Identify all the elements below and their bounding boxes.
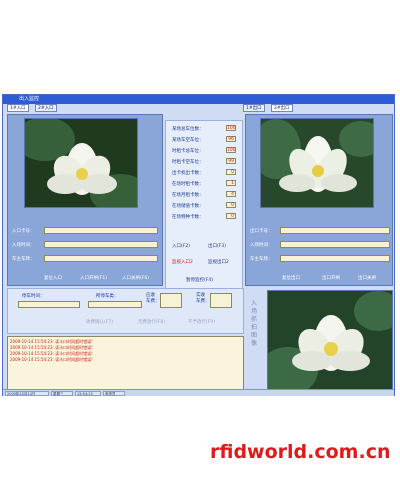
lotus-image [261,119,373,207]
exit-time-label: 入场时间： [250,243,273,248]
main-body: 1#入口 2#入口 入口卡号： 入场时间： 车主车牌： 复位入口 入口开闸(F1… [3,104,394,394]
exit-open-gate-button[interactable]: 出口开闸 [322,275,340,281]
counter-value: 99 [226,158,236,164]
entry-f2-button[interactable]: 入口(F2) [172,243,190,249]
exit-panel: 出口卡号： 入场时间： 车主车牌： 复位出口 出口开闸 出口关闸 [245,114,393,286]
exit-card-field[interactable] [280,227,390,234]
entry-plate-field[interactable] [44,255,158,262]
exit-time-field[interactable] [280,241,390,248]
charge-panel: 停车时间： 所停车类： 应收 车费： 实收 车费： 收费确认(F7) 无费放行(… [7,288,244,334]
counter-value: 100 [226,125,236,131]
counter-label: 某场车空车位： [172,138,204,143]
monitor-entry-button[interactable]: 监视入口2 [172,259,193,265]
exit-f3-button[interactable]: 出口(F3) [208,243,226,249]
capture-image [267,290,393,392]
counter-value: 96 [226,136,236,142]
entry-card-field[interactable] [44,227,158,234]
reset-entry-button[interactable]: 复位入口 [44,275,62,281]
car-type-field[interactable] [88,301,142,308]
counter-label: 在场储值卡数： [172,204,204,209]
car-type-label: 所停车类： [96,294,119,299]
paid-fee-field[interactable] [210,293,232,308]
status-user: 系统员 [103,391,125,396]
log-line: 2009-10-14 15:54:23: 读卡口时间超时错误! [10,357,93,362]
entry-time-label: 入场时间： [12,243,35,248]
entry-panel: 入口卡号： 入场时间： 车主车牌： 复位入口 入口开闸(F1) 入口关闸(F6) [7,114,163,286]
confirm-charge-button[interactable]: 收费确认(F7) [86,319,113,325]
monitor-exit-button[interactable]: 监视出口2 [208,259,229,265]
entry-close-gate-button[interactable]: 入口关闸(F6) [122,275,149,281]
entry-camera-image [24,118,138,208]
exit-close-gate-button[interactable]: 出口关闸 [358,275,376,281]
counter-label: 时租卡总车位： [172,149,204,154]
deny-pass-button[interactable]: 不予放行(F9) [188,319,215,325]
event-log[interactable]: 2009-10-14 15:54:23: 读卡口时间超时错误! 2009-10-… [7,336,244,394]
counter-value: 0 [226,213,236,219]
counter-label: 时租卡空车位： [172,160,204,165]
counter-label: 出卡机出卡数： [172,171,204,176]
free-pass-button[interactable]: 无费放行(F8) [138,319,165,325]
reset-exit-button[interactable]: 复位出口 [282,275,300,281]
status-weekday: 星期三 [51,391,73,396]
tab-entry-2[interactable]: 2#入口 [35,104,57,112]
paid-fee-label: 实收 车费： [196,293,210,304]
counter-value: 0 [226,202,236,208]
lotus-image [268,291,392,391]
exit-camera-image [260,118,374,208]
entry-plate-label: 车主车牌： [12,257,35,262]
counter-value: 1 [226,180,236,186]
exit-card-label: 出口卡号： [250,229,273,234]
tab-entry-1[interactable]: 1#入口 [7,104,29,112]
parking-time-field[interactable] [18,301,80,308]
due-fee-label: 应收 车费： [146,293,160,304]
due-fee-field[interactable] [160,293,182,308]
main-window: 出入监控 1#入口 2#入口 入口卡号： 入场时间： 车主车牌： 复位入口 入口… [2,94,395,396]
counter-label: 在场特种卡数： [172,215,204,220]
exit-plate-label: 车主车牌： [250,257,273,262]
counter-label: 在场时租卡数： [172,182,204,187]
capture-caption: 入场抓拍图像 [250,300,257,347]
site-watermark: rfidworld.com.cn [210,441,391,463]
counter-value: 0 [226,169,236,175]
counter-label: 在场月租卡数： [172,193,204,198]
tab-exit-2[interactable]: 2#出口 [271,104,293,112]
entry-card-label: 入口卡号： [12,229,35,234]
entry-open-gate-button[interactable]: 入口开闸(F1) [80,275,107,281]
status-time: 15:54:23 [75,391,101,396]
lotus-image [25,119,137,207]
parking-time-label: 停车时间： [22,294,45,299]
tab-exit-1[interactable]: 1#出口 [243,104,265,112]
status-date: 2009年10月14日 [5,391,49,396]
exit-plate-field[interactable] [280,255,390,262]
counter-label: 某场总车位数： [172,127,204,132]
status-bar: 2009年10月14日 星期三 15:54:23 系统员 [3,389,394,396]
entry-time-field[interactable] [44,241,158,248]
counter-value: 100 [226,147,236,153]
pause-monitor-button[interactable]: 暂停监控(F4) [186,277,213,283]
window-title: 出入监控 [3,95,394,104]
counter-value: 4 [226,191,236,197]
